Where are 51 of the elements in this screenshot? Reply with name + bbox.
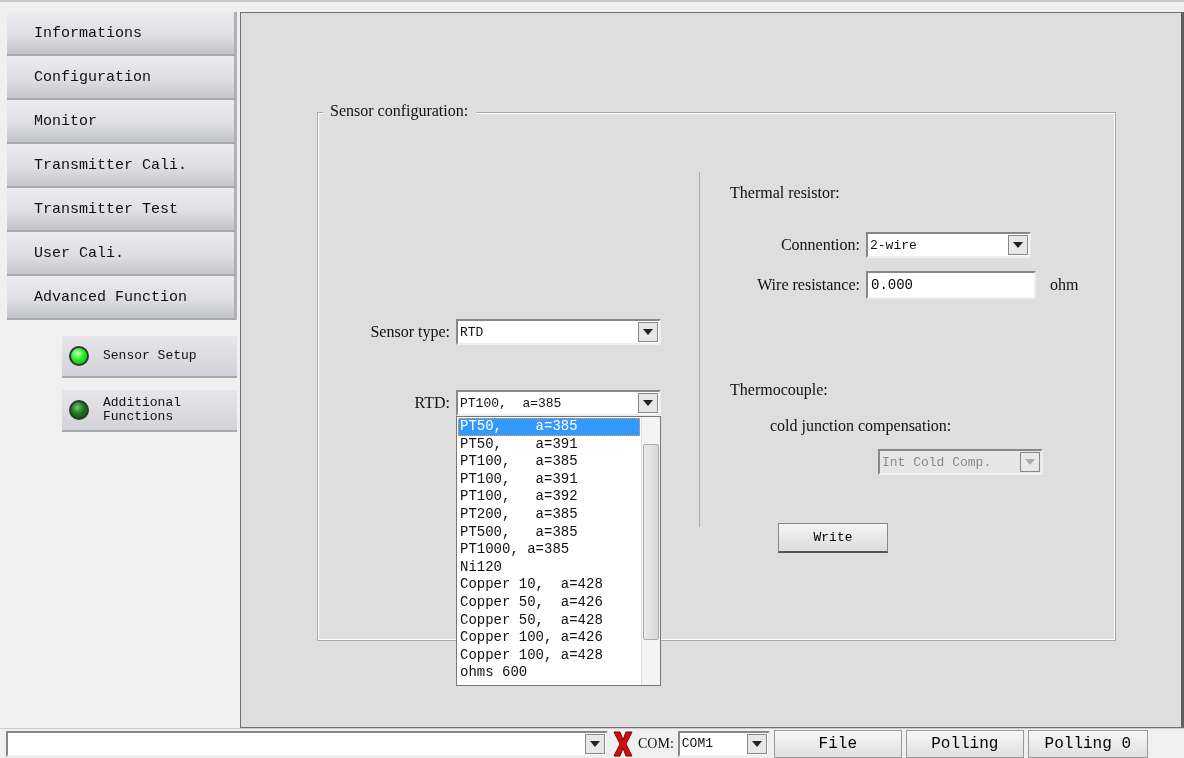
sub-menu-button[interactable]: Additional Functions bbox=[62, 390, 237, 432]
com-port-dropdown[interactable]: COM1 bbox=[677, 730, 770, 757]
dropdown-option[interactable]: PT100, a=391 bbox=[458, 470, 640, 489]
dropdown-option[interactable]: PT1000, a=385 bbox=[458, 541, 640, 559]
group-title: Sensor configuration: bbox=[323, 102, 477, 120]
caret-icon bbox=[751, 740, 762, 747]
caret-icon bbox=[1025, 459, 1035, 465]
section-title: Thermal resistor: bbox=[730, 184, 841, 202]
caret-icon bbox=[643, 400, 653, 406]
caret-icon bbox=[590, 740, 600, 747]
com-label: COM: bbox=[638, 735, 674, 752]
nav-button[interactable]: Advanced Function bbox=[7, 276, 237, 320]
dropdown-option[interactable]: Copper 50, a=428 bbox=[458, 611, 640, 630]
status-button[interactable]: File bbox=[773, 729, 902, 758]
nav-button[interactable]: Configuration bbox=[7, 56, 237, 100]
dropdown-option[interactable]: Copper 10, a=428 bbox=[458, 576, 640, 594]
dropdown-option[interactable]: Copper 100, a=428 bbox=[458, 646, 640, 665]
caret-icon bbox=[643, 329, 653, 335]
message-dropdown[interactable] bbox=[6, 730, 608, 757]
scrollbar[interactable] bbox=[641, 417, 660, 685]
sensor-type-dropdown[interactable]: RTD bbox=[456, 319, 661, 345]
sub-menu-button[interactable]: Sensor Setup bbox=[62, 336, 237, 378]
connection-dropdown[interactable]: 2-wire bbox=[866, 232, 1031, 258]
sensor-model-dropdown[interactable]: PT100, a=385 bbox=[456, 390, 661, 416]
dropdown-option[interactable]: Copper 100, a=426 bbox=[458, 629, 640, 647]
status-button[interactable]: Polling bbox=[905, 729, 1024, 758]
wire-resistance-label: Wire resistance: bbox=[756, 276, 860, 294]
nav-button[interactable]: Monitor bbox=[7, 100, 237, 144]
nav-button[interactable]: User Cali. bbox=[7, 232, 237, 276]
dropdown-option[interactable]: PT50, a=391 bbox=[458, 435, 640, 454]
dropdown-option[interactable]: PT100, a=392 bbox=[458, 488, 640, 506]
caret-icon bbox=[1013, 242, 1023, 248]
section-title: Thermocouple: bbox=[730, 381, 829, 399]
connection-label: Connention: bbox=[779, 236, 860, 254]
dropdown-option[interactable]: PT200, a=385 bbox=[458, 505, 640, 524]
unit-label: ohm bbox=[1050, 276, 1079, 294]
nav-button[interactable]: Transmitter Test bbox=[7, 188, 237, 232]
sensor-type-label: Sensor type: bbox=[369, 323, 450, 341]
dropdown-option[interactable]: PT100, a=385 bbox=[458, 453, 640, 471]
disconnected-icon bbox=[612, 730, 634, 757]
write-button[interactable]: Write bbox=[778, 523, 888, 553]
nav-button[interactable]: Transmitter Cali. bbox=[7, 144, 237, 188]
cjc-label: cold junction compensation: bbox=[770, 417, 953, 435]
dropdown-option[interactable]: Ni120 bbox=[458, 558, 640, 577]
status-button[interactable]: Polling 0 bbox=[1027, 729, 1148, 758]
rtd-label: RTD: bbox=[413, 394, 450, 412]
dropdown-option[interactable]: PT500, a=385 bbox=[458, 523, 640, 542]
wire-resistance-field[interactable]: 0.000 bbox=[866, 271, 1036, 299]
nav-button[interactable]: Informations bbox=[7, 12, 237, 56]
dropdown-option[interactable]: Copper 50, a=426 bbox=[458, 593, 640, 612]
dropdown-option[interactable]: ohms 600 bbox=[458, 664, 640, 682]
